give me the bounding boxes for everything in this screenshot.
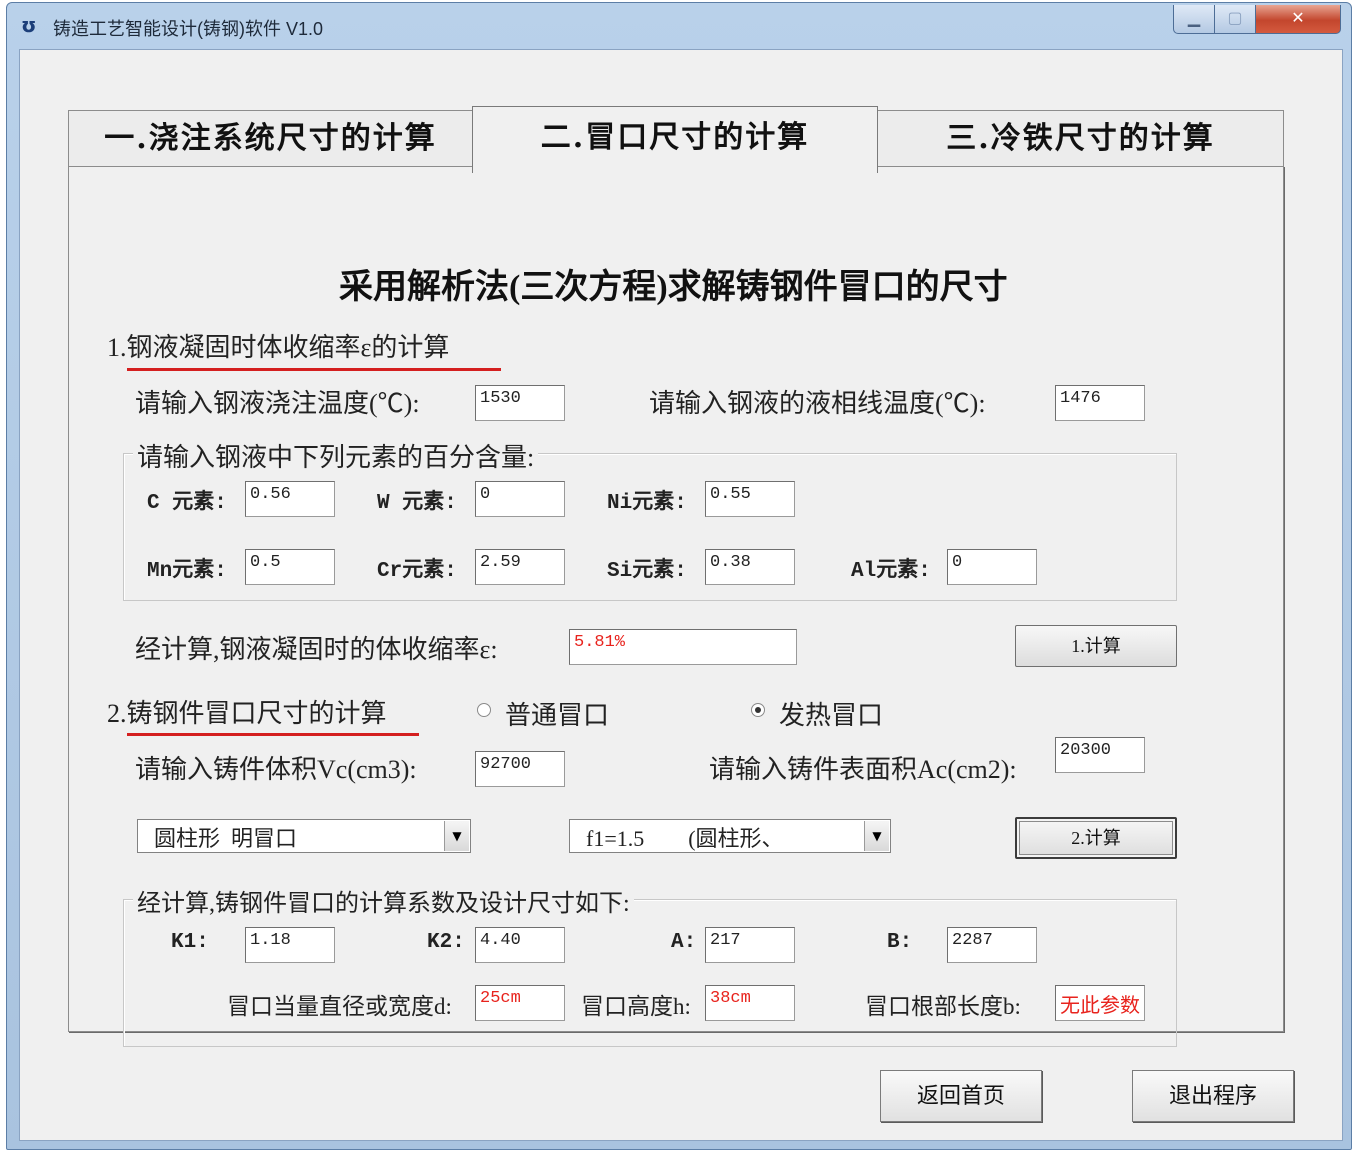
element-cr-label: Cr元素: [377,560,457,583]
app-logo-icon: ʊ [21,13,37,37]
home-button[interactable]: 返回首页 [880,1070,1042,1122]
normal-riser-radio[interactable] [477,703,491,717]
a-field: 217 [705,927,795,963]
f1-coefficient-value: f1=1.5 (圆柱形、 [586,826,784,851]
shrinkage-result-label: 经计算,钢液凝固时的体收缩率ε: [135,635,498,664]
section1-title: 1.钢液凝固时体收缩率ε的计算 [107,333,450,362]
element-mn-label: Mn元素: [147,560,227,583]
element-w-label: W 元素: [377,492,457,515]
element-al-label: Al元素: [851,560,931,583]
riser-diameter-label: 冒口当量直径或宽度d: [227,994,452,1019]
element-al-input[interactable]: 0 [947,549,1037,585]
b-label: B: [887,931,913,954]
element-ni-label: Ni元素: [607,492,687,515]
heating-riser-label[interactable]: 发热冒口 [779,695,883,732]
pour-temp-label: 请输入钢液浇注温度(℃): [135,389,420,418]
tab-chill[interactable]: 三.冷铁尺寸的计算 [877,110,1284,167]
results-group [123,899,1177,1047]
results-group-title: 经计算,铸钢件冒口的计算系数及设计尺寸如下: [133,883,634,918]
maximize-button[interactable]: ▢ [1214,5,1256,34]
riser-diameter-field: 25cm [475,985,565,1021]
chevron-down-icon[interactable]: ▼ [444,821,469,851]
a-label: A: [671,931,697,954]
element-ni-input[interactable]: 0.55 [705,481,795,517]
casting-area-input[interactable]: 20300 [1055,737,1145,773]
title-bar: ʊ 铸造工艺智能设计(铸钢)软件 V1.0 ▁ ▢ ✕ [7,3,1351,47]
element-cr-input[interactable]: 2.59 [475,549,565,585]
elements-group-title: 请输入钢液中下列元素的百分含量: [133,437,539,474]
liquidus-temp-label: 请输入钢液的液相线温度(℃): [649,389,986,418]
k1-field: 1.18 [245,927,335,963]
element-mn-input[interactable]: 0.5 [245,549,335,585]
section2-underline [127,733,419,736]
riser-type-select[interactable]: 圆柱形 明冒口 ▼ [137,819,471,853]
element-si-label: Si元素: [607,560,687,583]
riser-height-field: 38cm [705,985,795,1021]
k1-label: K1: [171,931,209,954]
b-field: 2287 [947,927,1037,963]
chevron-down-icon[interactable]: ▼ [864,821,889,851]
liquidus-temp-input[interactable]: 1476 [1055,385,1145,421]
f1-coefficient-select[interactable]: f1=1.5 (圆柱形、 ▼ [569,819,891,853]
element-c-input[interactable]: 0.56 [245,481,335,517]
casting-area-label: 请输入铸件表面积Ac(cm2): [709,755,1017,784]
heating-riser-radio[interactable] [751,703,765,717]
minimize-button[interactable]: ▁ [1173,5,1215,34]
riser-root-length-label: 冒口根部长度b: [865,994,1021,1019]
shrinkage-result-field: 5.81% [569,629,797,665]
casting-volume-label: 请输入铸件体积Vc(cm3): [135,755,417,784]
client-area: 一.浇注系统尺寸的计算 二.冒口尺寸的计算 三.冷铁尺寸的计算 采用解析法(三次… [19,49,1343,1141]
app-window: ʊ 铸造工艺智能设计(铸钢)软件 V1.0 ▁ ▢ ✕ 一.浇注系统尺寸的计算 … [6,2,1352,1150]
k2-field: 4.40 [475,927,565,963]
riser-root-length-field: 无此参数 [1055,985,1145,1021]
k2-label: K2: [427,931,465,954]
exit-button[interactable]: 退出程序 [1132,1070,1294,1122]
riser-type-value: 圆柱形 明冒口 [154,826,298,851]
casting-volume-input[interactable]: 92700 [475,751,565,787]
riser-height-label: 冒口高度h: [581,994,691,1019]
calc-shrinkage-button[interactable]: 1.计算 [1015,625,1177,667]
tab-gating-system[interactable]: 一.浇注系统尺寸的计算 [68,110,473,167]
tab-riser[interactable]: 二.冒口尺寸的计算 [472,106,878,173]
section1-underline [127,368,501,371]
normal-riser-label[interactable]: 普通冒口 [505,695,609,732]
pour-temp-input[interactable]: 1530 [475,385,565,421]
section2-title: 2.铸钢件冒口尺寸的计算 [107,699,387,728]
riser-tab-panel: 采用解析法(三次方程)求解铸钢件冒口的尺寸 1.钢液凝固时体收缩率ε的计算 请输… [68,166,1284,1047]
page-title: 采用解析法(三次方程)求解铸钢件冒口的尺寸 [339,269,1008,306]
window-title: 铸造工艺智能设计(铸钢)软件 V1.0 [53,19,324,39]
calc-riser-button[interactable]: 2.计算 [1015,817,1177,859]
element-w-input[interactable]: 0 [475,481,565,517]
close-button[interactable]: ✕ [1255,5,1341,34]
element-c-label: C 元素: [147,492,227,515]
element-si-input[interactable]: 0.38 [705,549,795,585]
